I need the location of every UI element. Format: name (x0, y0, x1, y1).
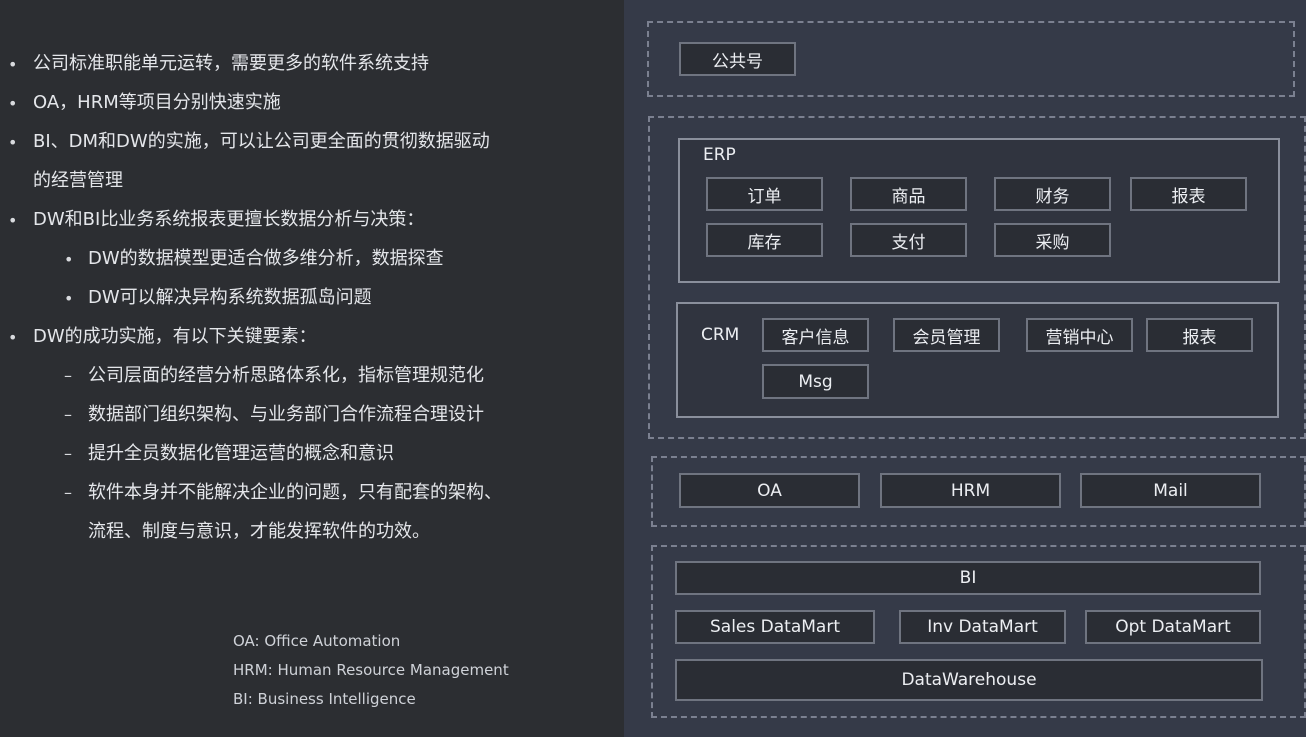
sub-bullet-text: DW可以解决异构系统数据孤岛问题 (88, 287, 372, 308)
erp-module: 采购 (994, 223, 1111, 257)
bullet-dot: • (64, 250, 74, 269)
office-app: Mail (1080, 473, 1261, 508)
erp-module: 支付 (850, 223, 967, 257)
bullet-dot: • (8, 211, 18, 230)
legend-bi: BI: Business Intelligence (233, 690, 416, 708)
crm-module: 会员管理 (893, 318, 1000, 352)
public-account-box: 公共号 (679, 42, 796, 76)
bullet-dash: – (64, 405, 72, 424)
erp-module: 订单 (706, 177, 823, 211)
bullet-text: DW和BI比业务系统报表更擅长数据分析与决策： (33, 209, 425, 230)
erp-module: 商品 (850, 177, 967, 211)
bullet-dot: • (8, 133, 18, 152)
bullet-text: 公司标准职能单元运转，需要更多的软件系统支持 (33, 53, 429, 74)
architecture-diagram: 公共号 ERP 订单 商品 财务 报表 库存 支付 采购 CRM 客户信息 会员… (624, 0, 1306, 737)
bullet-dash: – (64, 483, 72, 502)
bi-box: BI (675, 561, 1261, 595)
sub-bullet-text: 流程、制度与意识，才能发挥软件的功效。 (88, 521, 430, 542)
datawarehouse-box: DataWarehouse (675, 659, 1263, 701)
sub-bullet-text: 提升全员数据化管理运营的概念和意识 (88, 443, 394, 464)
office-app: OA (679, 473, 860, 508)
datamart-box: Inv DataMart (899, 610, 1066, 644)
bullet-text: 的经营管理 (33, 170, 123, 191)
crm-module: 客户信息 (762, 318, 869, 352)
bullet-text: OA，HRM等项目分别快速实施 (33, 92, 281, 113)
erp-module: 财务 (994, 177, 1111, 211)
crm-label: CRM (701, 325, 740, 345)
bullet-dot: • (64, 289, 74, 308)
sub-bullet-text: 数据部门组织架构、与业务部门合作流程合理设计 (88, 404, 484, 425)
text-panel: • • • • • • • – – – – 公司标准职能单元运转，需要更多的软件… (0, 0, 624, 737)
erp-module: 库存 (706, 223, 823, 257)
datamart-box: Sales DataMart (675, 610, 875, 644)
sub-bullet-text: 公司层面的经营分析思路体系化，指标管理规范化 (88, 365, 484, 386)
bullet-dash: – (64, 366, 72, 385)
bullet-text: DW的成功实施，有以下关键要素： (33, 326, 317, 347)
legend-oa: OA: Office Automation (233, 632, 401, 650)
legend-hrm: HRM: Human Resource Management (233, 661, 509, 679)
office-app: HRM (880, 473, 1061, 508)
bullet-text: BI、DM和DW的实施，可以让公司更全面的贯彻数据驱动 (33, 131, 490, 152)
crm-module: 营销中心 (1026, 318, 1133, 352)
erp-module: 报表 (1130, 177, 1247, 211)
bullet-dot: • (8, 94, 18, 113)
erp-label: ERP (703, 145, 736, 165)
crm-module: Msg (762, 364, 869, 399)
bullet-dot: • (8, 55, 18, 74)
bullet-dot: • (8, 328, 18, 347)
sub-bullet-text: 软件本身并不能解决企业的问题，只有配套的架构、 (88, 482, 502, 503)
sub-bullet-text: DW的数据模型更适合做多维分析，数据探查 (88, 248, 444, 269)
crm-module: 报表 (1146, 318, 1253, 352)
datamart-box: Opt DataMart (1085, 610, 1261, 644)
bullet-dash: – (64, 444, 72, 463)
